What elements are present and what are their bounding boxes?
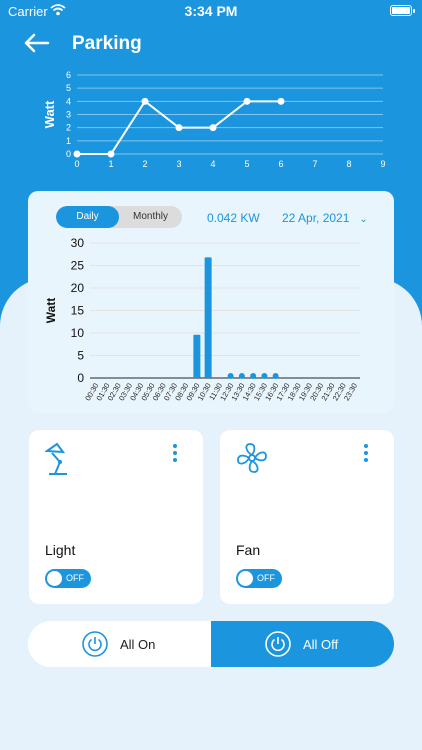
y-axis-label: Watt (44, 298, 58, 324)
tab-daily[interactable]: Daily (56, 206, 119, 228)
y-tick-label: 25 (71, 259, 85, 273)
x-tick-label: 9 (380, 159, 385, 169)
all-controls: All On All Off (28, 621, 394, 667)
x-tick-label: 0 (74, 159, 79, 169)
status-bar: Carrier 3:34 PM (0, 0, 422, 24)
date-selector[interactable]: 22 Apr, 2021 ⌄ (282, 211, 368, 225)
desk-lamp-icon (44, 442, 73, 481)
y-tick-label: 20 (71, 281, 85, 295)
data-point (73, 150, 81, 158)
x-tick-label: 8 (346, 159, 351, 169)
fan-icon (236, 442, 268, 479)
toggle-knob (47, 571, 62, 586)
data-point (243, 97, 251, 105)
toggle-knob (238, 571, 253, 586)
device-name: Fan (236, 542, 261, 558)
power-line-chart: 0 1 2 3 4 5 6 0 1 2 3 4 5 6 7 8 9 Watt (42, 70, 386, 169)
kw-value: 0.042 KW (207, 211, 260, 225)
all-off-button[interactable]: All Off (211, 621, 394, 667)
y-tick-label: 6 (66, 70, 71, 80)
power-icon (82, 631, 108, 662)
y-tick-label: 0 (66, 149, 71, 159)
status-time: 3:34 PM (184, 3, 238, 19)
device-name: Light (45, 542, 76, 558)
period-toggle: Daily Monthly (56, 206, 182, 228)
device-card-fan[interactable]: Fan OFF (220, 430, 394, 604)
tab-monthly[interactable]: Monthly (119, 206, 182, 228)
y-tick-label: 2 (66, 123, 71, 133)
more-options-icon[interactable] (362, 444, 370, 462)
page-title: Parking (72, 33, 142, 54)
x-tick-label: 1 (108, 159, 113, 169)
all-on-label: All On (120, 637, 156, 652)
bar (193, 334, 201, 378)
x-tick-label: 3 (176, 159, 181, 169)
x-tick-label: 2 (142, 159, 147, 169)
toggle-state: OFF (257, 573, 275, 583)
more-options-icon[interactable] (171, 444, 179, 462)
data-point (209, 124, 217, 132)
bar (272, 373, 279, 379)
data-point (175, 124, 183, 132)
x-tick-label: 5 (244, 159, 249, 169)
y-tick-label: 5 (66, 83, 71, 93)
battery-tip (413, 9, 415, 13)
x-tick-label: 6 (278, 159, 283, 169)
battery-icon (390, 5, 412, 16)
all-on-button[interactable]: All On (28, 621, 211, 667)
y-tick-label: 1 (66, 136, 71, 146)
device-card-light[interactable]: Light OFF (29, 430, 203, 604)
light-toggle[interactable]: OFF (45, 569, 91, 588)
bar (204, 257, 212, 378)
back-button[interactable] (22, 32, 52, 56)
toggle-state: OFF (66, 573, 84, 583)
chevron-down-icon: ⌄ (359, 214, 368, 225)
y-tick-label: 0 (77, 371, 84, 385)
y-axis-label: Watt (42, 100, 57, 128)
data-point (141, 97, 149, 105)
bar (261, 373, 268, 379)
fan-toggle[interactable]: OFF (236, 569, 282, 588)
x-tick-label: 4 (210, 159, 215, 169)
x-tick-label: 7 (312, 159, 317, 169)
date-label: 22 Apr, 2021 (282, 211, 350, 225)
y-tick-label: 5 (77, 349, 84, 363)
y-tick-label: 3 (66, 110, 71, 120)
power-icon (265, 631, 291, 662)
y-tick-label: 15 (71, 304, 85, 318)
y-tick-label: 10 (71, 326, 85, 340)
bar (250, 373, 257, 379)
energy-bar-chart: 051015202530Watt00:3001:3002:3003:3004:3… (44, 236, 360, 402)
data-point (107, 150, 115, 158)
bar (238, 373, 245, 379)
bar (227, 373, 234, 379)
y-tick-label: 4 (66, 96, 71, 106)
data-point (277, 97, 285, 105)
y-tick-label: 30 (71, 236, 85, 250)
back-arrow-icon (24, 33, 50, 53)
all-off-label: All Off (303, 637, 339, 652)
